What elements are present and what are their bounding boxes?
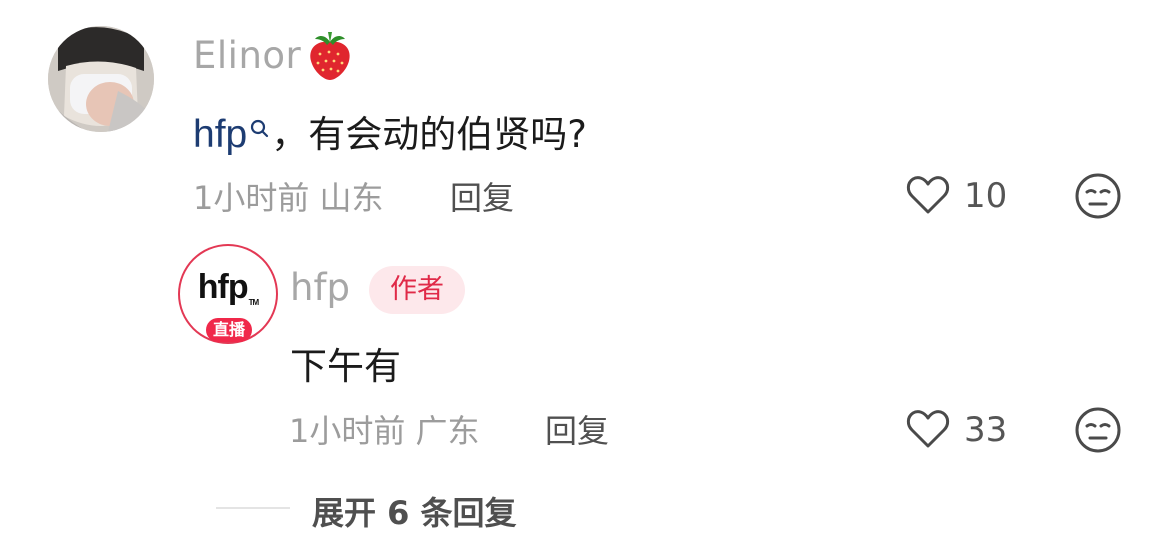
like-count: 10 xyxy=(964,176,1008,216)
avatar-logo-tm: TM xyxy=(248,298,260,307)
comment-body: ，有会动的伯贤吗? xyxy=(271,113,587,156)
reply-meta: 1小时前 广东 xyxy=(289,412,480,450)
reply-button[interactable]: 回复 xyxy=(450,173,514,219)
mention-link[interactable]: hfp xyxy=(193,113,247,156)
expand-replies-button[interactable]: 展开 6 条回复 xyxy=(312,488,517,534)
search-icon xyxy=(249,106,271,138)
user-avatar[interactable] xyxy=(48,26,154,132)
comment-text: hfp ，有会动的伯贤吗? xyxy=(193,104,587,158)
heart-icon[interactable] xyxy=(905,172,951,218)
reply-text: 下午有 xyxy=(290,345,401,388)
reply-button[interactable]: 回复 xyxy=(545,406,609,452)
neutral-face-icon[interactable] xyxy=(1074,172,1122,220)
neutral-face-icon[interactable] xyxy=(1074,406,1122,454)
avatar-photo xyxy=(48,26,154,132)
strawberry-icon xyxy=(305,28,355,82)
comment-meta: 1小时前 山东 xyxy=(193,179,384,217)
heart-icon[interactable] xyxy=(905,406,951,452)
reply-username[interactable]: hfp xyxy=(290,266,350,309)
live-badge[interactable]: 直播 xyxy=(206,318,252,342)
divider xyxy=(216,507,290,509)
comment-username[interactable]: Elinor xyxy=(193,34,301,77)
like-count: 33 xyxy=(964,410,1008,450)
author-avatar[interactable]: hfpTM 直播 xyxy=(178,244,278,344)
author-tag: 作者 xyxy=(369,266,465,314)
avatar-logo: hfpTM xyxy=(178,268,278,307)
avatar-logo-text: hfp xyxy=(197,268,249,306)
